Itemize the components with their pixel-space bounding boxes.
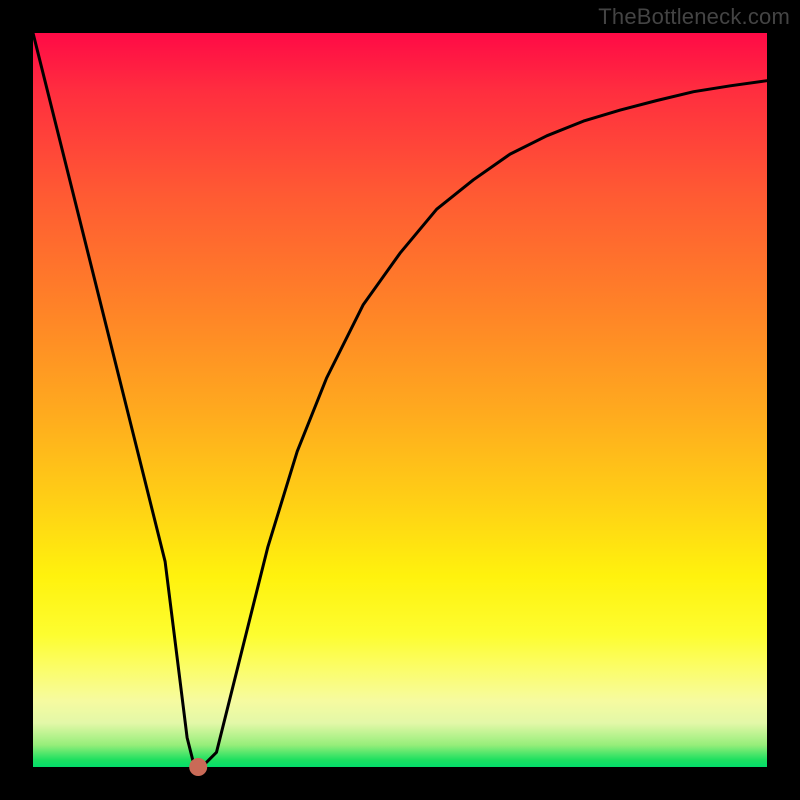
curve-svg (33, 33, 767, 767)
chart-container: TheBottleneck.com (0, 0, 800, 800)
bottleneck-curve (33, 33, 767, 767)
optimum-marker (189, 758, 207, 776)
plot-area (33, 33, 767, 767)
watermark-text: TheBottleneck.com (598, 4, 790, 30)
